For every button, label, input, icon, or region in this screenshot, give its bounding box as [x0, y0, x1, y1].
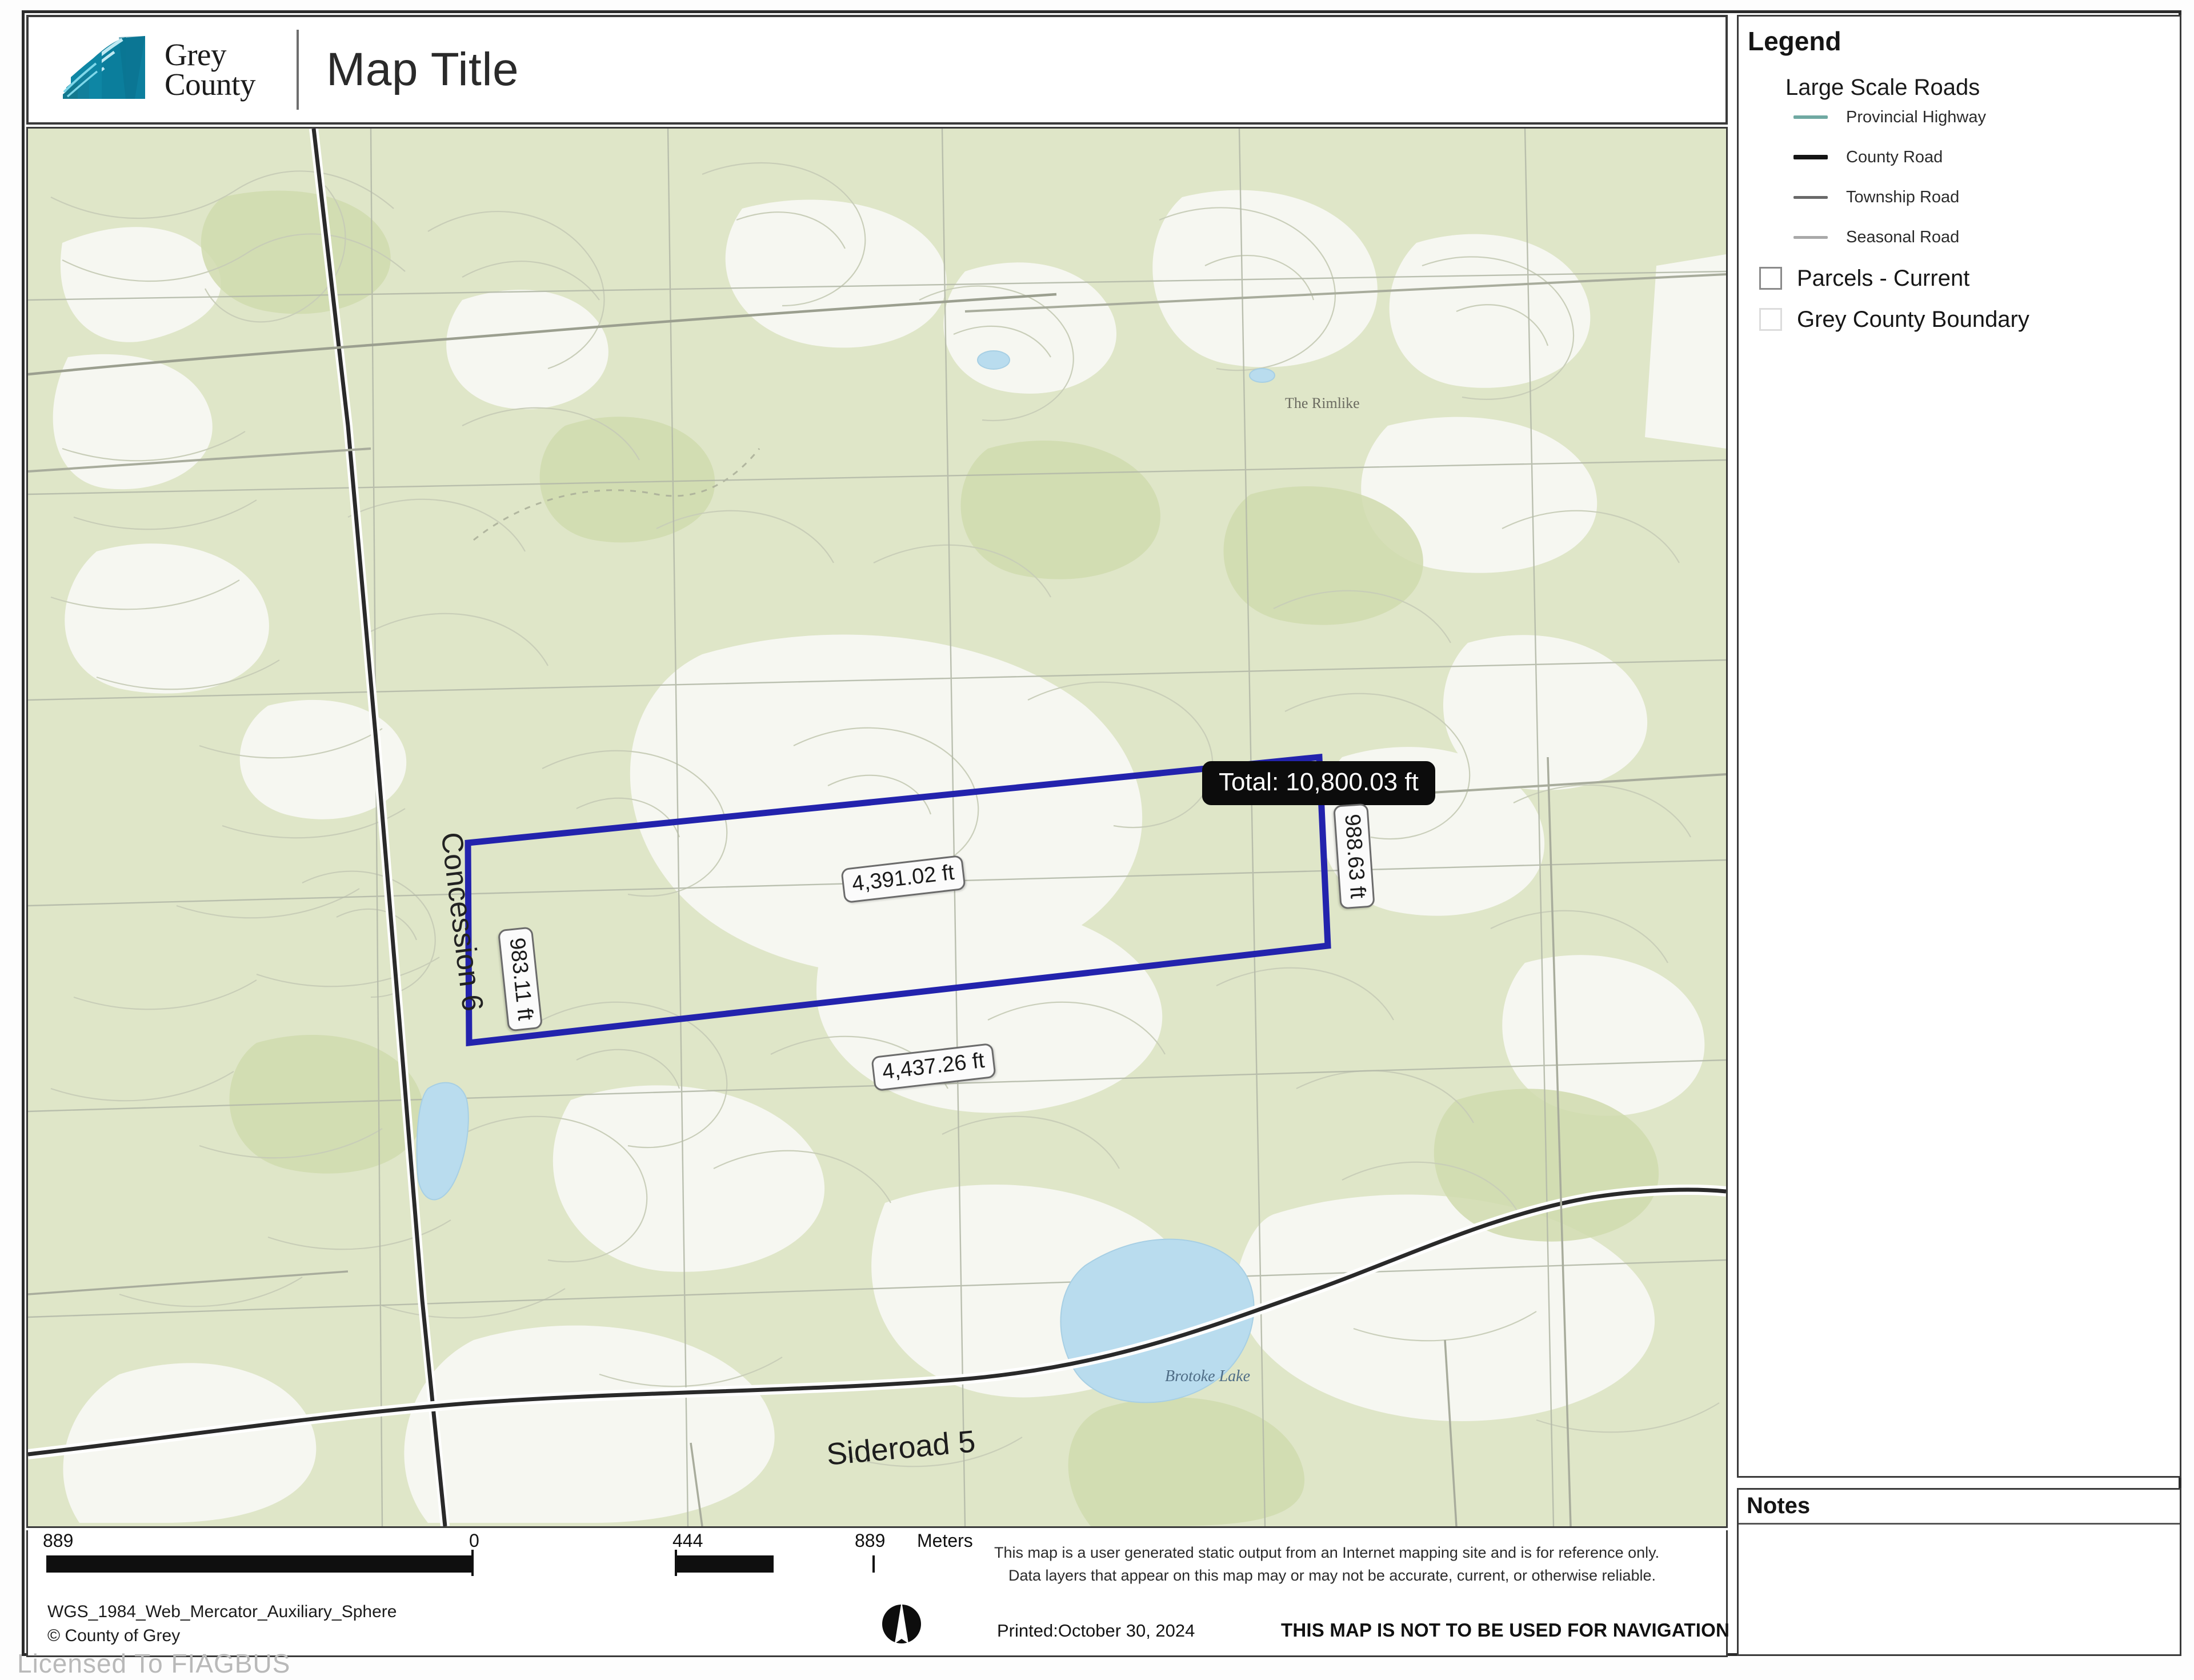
logo-line-county: County: [165, 67, 255, 102]
scale-bar: [46, 1555, 875, 1573]
map-canvas[interactable]: Total: 10,800.03 ft 4,391.02 ft 4,437.26…: [26, 127, 1728, 1528]
page-title: Map Title: [326, 43, 519, 95]
scalebar-zero-label: 0: [469, 1530, 479, 1551]
legend-item-provincial-highway[interactable]: Provincial Highway: [1793, 101, 1986, 133]
header-divider: [296, 30, 299, 110]
map-page: Grey County Map Title Total: 10,800.03 f…: [0, 0, 2194, 1680]
boundary-swatch-icon: [1759, 308, 1782, 331]
logo-line-grey: Grey: [165, 37, 226, 72]
county-road-swatch-icon: [1793, 155, 1828, 159]
scalebar-mid-label: 444: [672, 1530, 703, 1551]
legend-item-parcels-current[interactable]: Parcels - Current: [1759, 261, 1969, 295]
legend-item-township-road[interactable]: Township Road: [1793, 181, 1959, 213]
measure-right-label: 988.63 ft: [1333, 803, 1375, 910]
water-label-lake: Brotoke Lake: [1165, 1367, 1251, 1385]
printed-date: Printed:October 30, 2024: [997, 1621, 1195, 1641]
legend-panel: Legend Large Scale Roads Provincial High…: [1737, 15, 2181, 1478]
north-arrow-icon: [882, 1601, 921, 1643]
notes-title: Notes: [1747, 1493, 1811, 1518]
township-road-swatch-icon: [1793, 195, 1828, 199]
grey-county-logo: Grey County: [58, 35, 255, 105]
map-header: Grey County Map Title: [26, 15, 1728, 125]
map-basemap: [28, 129, 1726, 1526]
legend-item-grey-county-boundary[interactable]: Grey County Boundary: [1759, 302, 2029, 337]
scalebar-right-label: 889: [855, 1530, 886, 1551]
place-label: The Rimlike: [1285, 395, 1360, 411]
seasonal-road-swatch-icon: [1793, 235, 1828, 239]
scalebar-left-label: 889: [43, 1530, 74, 1551]
measure-total-label: Total: 10,800.03 ft: [1202, 761, 1435, 805]
legend-title: Legend: [1748, 26, 1841, 56]
navigation-warning: THIS MAP IS NOT TO BE USED FOR NAVIGATIO…: [1281, 1619, 1729, 1641]
disclaimer-line-1: This map is a user generated static outp…: [994, 1544, 1660, 1561]
grey-county-logo-icon: [63, 36, 145, 99]
legend-item-county-road[interactable]: County Road: [1793, 141, 1943, 173]
copyright-label: © County of Grey: [47, 1626, 181, 1645]
notes-divider: [1739, 1523, 2180, 1525]
scalebar-tick-mid: [675, 1550, 677, 1576]
disclaimer-line-2: Data layers that appear on this map may …: [1008, 1567, 1656, 1584]
license-watermark: Licensed To FIAGBUS: [17, 1649, 291, 1678]
legend-label: Township Road: [1846, 187, 1960, 206]
legend-group-title: Large Scale Roads: [1785, 75, 1980, 100]
legend-label: Provincial Highway: [1846, 107, 1986, 126]
scalebar-unit-label: Meters: [917, 1530, 973, 1551]
projection-label: WGS_1984_Web_Mercator_Auxiliary_Sphere: [47, 1602, 397, 1621]
scalebar-tick-zero: [471, 1550, 474, 1576]
notes-panel[interactable]: Notes: [1737, 1488, 2181, 1656]
legend-label: County Road: [1846, 147, 1943, 166]
legend-label: Grey County Boundary: [1797, 306, 2029, 332]
legend-label: Seasonal Road: [1846, 227, 1960, 246]
provincial-highway-swatch-icon: [1793, 115, 1828, 119]
grey-county-wordmark: Grey County: [165, 37, 255, 102]
parcels-swatch-icon: [1759, 267, 1782, 290]
legend-label: Parcels - Current: [1797, 265, 1970, 291]
legend-item-seasonal-road[interactable]: Seasonal Road: [1793, 221, 1959, 253]
